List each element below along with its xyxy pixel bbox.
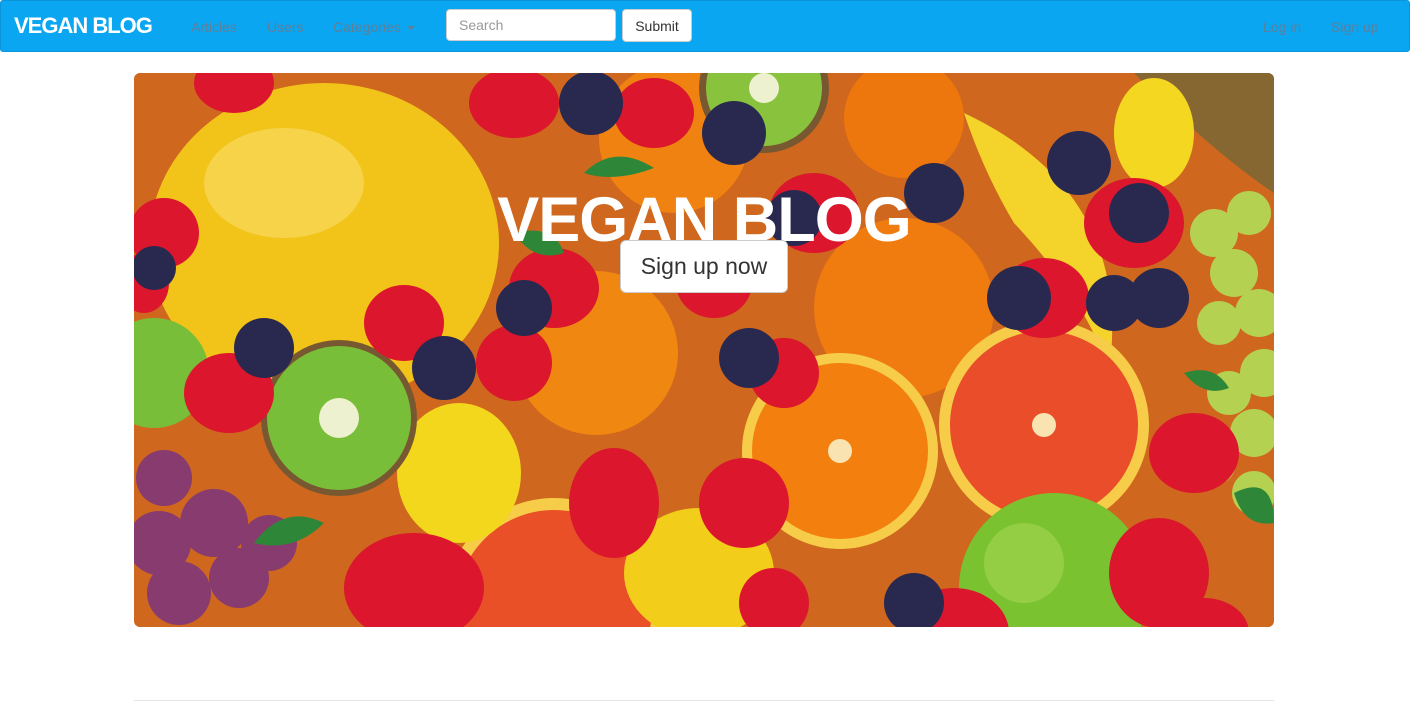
fruit-background-image bbox=[134, 73, 1274, 627]
caret-down-icon bbox=[406, 26, 415, 31]
nav-categories-label: Categories bbox=[333, 19, 401, 35]
nav-categories-dropdown[interactable]: Categories bbox=[333, 18, 415, 36]
top-navbar: VEGAN BLOG Articles Users Categories Sub… bbox=[0, 0, 1410, 52]
search-submit-button[interactable]: Submit bbox=[622, 9, 692, 42]
brand-logo[interactable]: VEGAN BLOG bbox=[14, 14, 153, 38]
hero-jumbotron: VEGAN BLOG Sign up now bbox=[134, 73, 1274, 627]
footer-divider bbox=[134, 700, 1274, 701]
nav-users-link[interactable]: Users bbox=[267, 18, 304, 36]
nav-login-link[interactable]: Log in bbox=[1263, 18, 1301, 36]
nav-signup-link[interactable]: Sign up bbox=[1331, 18, 1378, 36]
search-input[interactable] bbox=[446, 9, 616, 41]
signup-now-button[interactable]: Sign up now bbox=[620, 240, 788, 293]
nav-articles-link[interactable]: Articles bbox=[191, 18, 237, 36]
